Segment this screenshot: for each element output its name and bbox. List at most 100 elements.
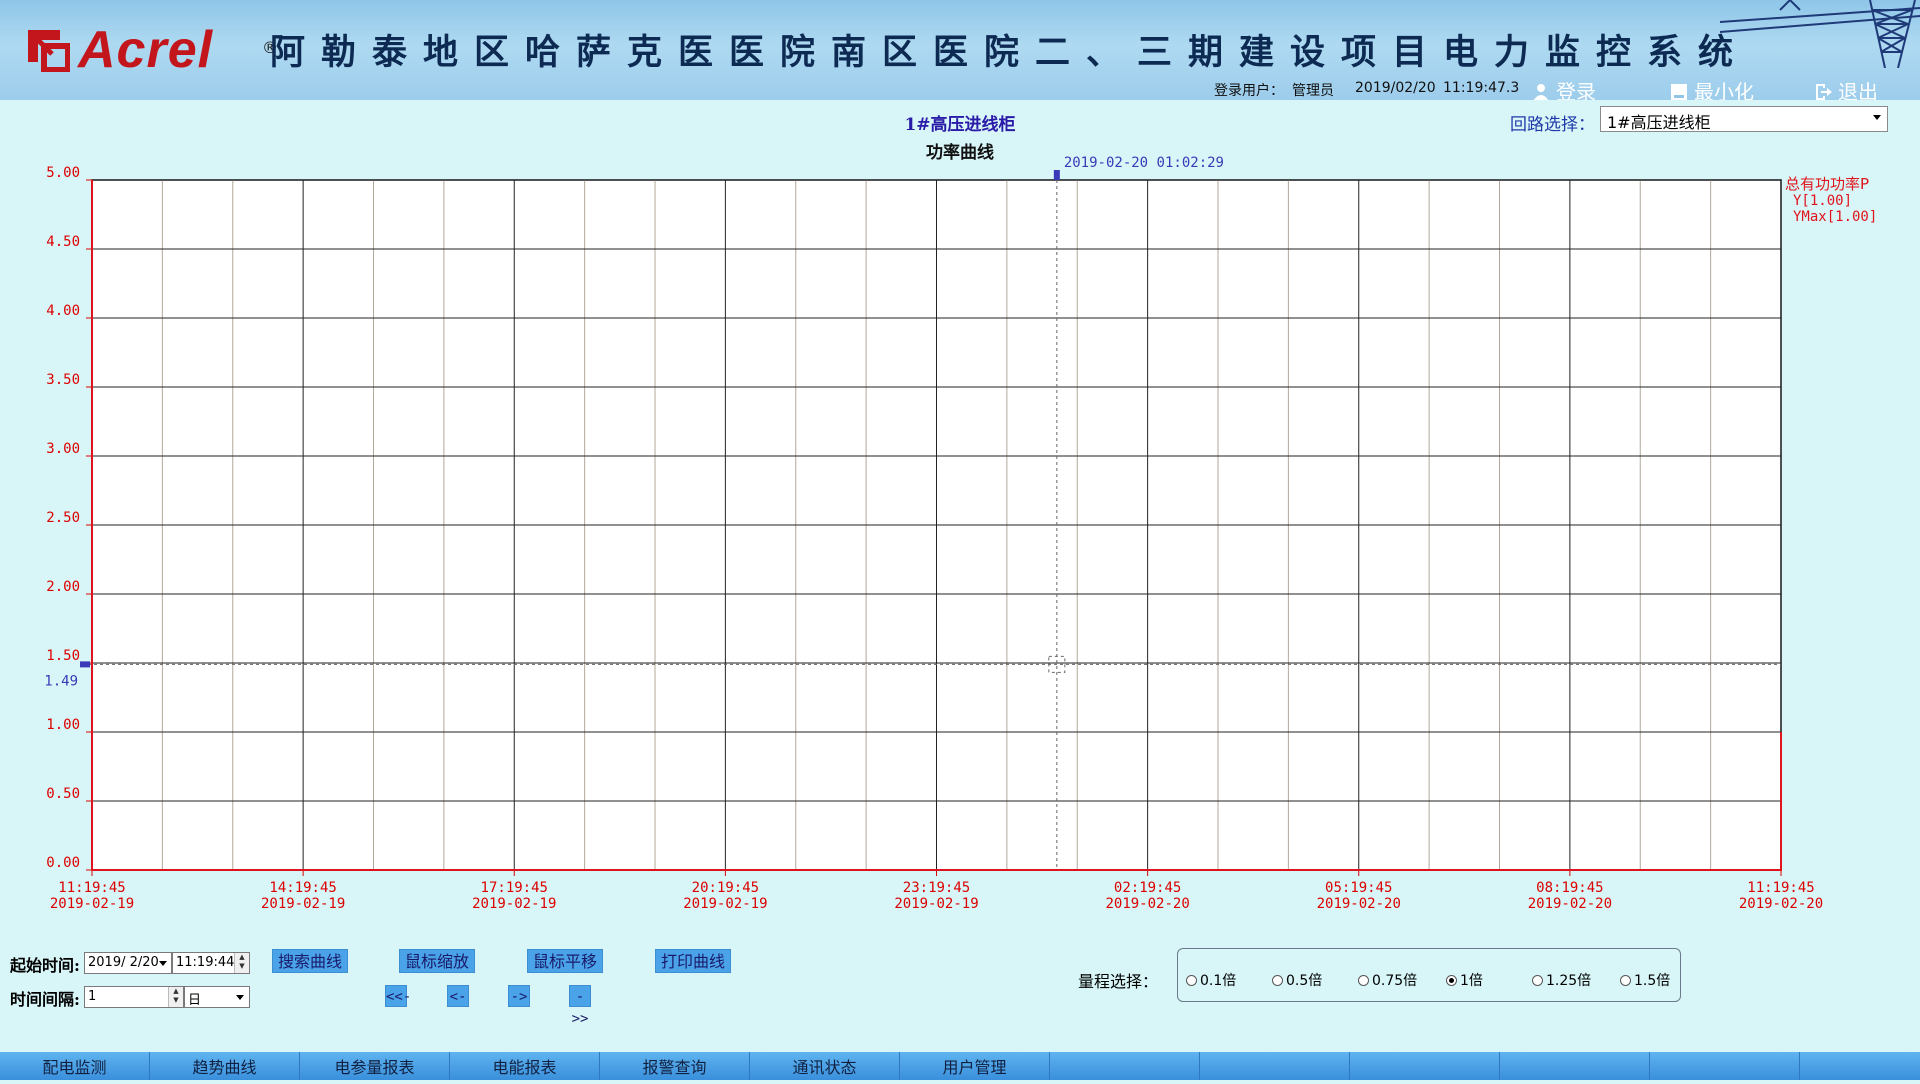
mouse-zoom-button[interactable]: 鼠标缩放 [399,949,476,973]
circuit-select[interactable]: 1#高压进线柜 [1600,106,1888,132]
last-page-button[interactable]: ->> [569,985,591,1027]
start-time-value: 11:19:44 [176,955,235,970]
x-tick-time: 02:19:45 [1114,880,1181,896]
range-select-label: 量程选择： [1078,972,1159,991]
next-page-button[interactable]: -> [508,985,530,1007]
x-tick-time: 23:19:45 [903,880,970,896]
x-tick-date: 2019-02-20 [1105,896,1189,912]
first-page-button[interactable]: <<- [385,985,411,1007]
nav-item[interactable]: 通讯状态 [750,1052,900,1080]
nav-item-empty [1800,1052,1920,1080]
nav-item[interactable]: 配电监测 [0,1052,150,1080]
cursor-value-label: 1.49 [44,673,78,689]
radio-icon[interactable] [1532,975,1543,986]
user-icon [1533,84,1549,100]
range-select-group [1177,948,1681,1002]
range-option-label: 0.5倍 [1286,973,1323,989]
current-date: 2019/02/20 [1355,80,1436,96]
minimize-label: 最小化 [1694,80,1754,100]
logo-mark-icon [28,30,70,72]
radio-icon[interactable] [1186,975,1197,986]
minimize-icon [1671,84,1687,100]
range-option[interactable]: 0.5倍 [1272,970,1322,990]
chevron-down-icon [236,995,244,1000]
x-tick-date: 2019-02-19 [683,896,767,912]
range-option[interactable]: 0.75倍 [1358,970,1417,990]
range-option[interactable]: 1.5倍 [1620,970,1670,990]
legend-y: Y[1.00] [1793,193,1852,209]
chevron-down-icon [1873,115,1881,120]
start-date-picker[interactable]: 2019/ 2/20 [84,952,172,974]
interval-value: 1 [88,989,97,1004]
y-tick-label: 3.00 [46,441,80,457]
y-tick-label: 1.00 [46,717,80,733]
x-tick-date: 2019-02-19 [894,896,978,912]
x-tick-time: 08:19:45 [1536,880,1603,896]
start-date-value: 2019/ 2/20 [88,955,159,970]
exit-icon [1816,84,1832,100]
circuit-select-label: 回路选择： [1510,115,1595,135]
y-tick-label: 2.50 [46,510,80,526]
radio-icon[interactable] [1446,975,1457,986]
interval-field[interactable]: 1 ▲ ▼ [84,986,184,1008]
legend-ymax: YMax[1.00] [1793,209,1877,225]
nav-item[interactable]: 报警查询 [600,1052,750,1080]
x-tick-time: 14:19:45 [269,880,336,896]
power-chart[interactable]: 5.00 4.50 4.00 3.50 3.00 2.50 2.00 1.50 1.00 0.50… [0,150,1920,920]
radio-icon[interactable] [1358,975,1369,986]
range-option-label: 1.25倍 [1546,973,1592,989]
interval-label: 时间间隔: [10,990,80,1009]
previous-page-button[interactable]: <- [447,985,469,1007]
power-tower-icon [1720,0,1920,68]
nav-item[interactable]: 趋势曲线 [150,1052,300,1080]
y-tick-label: 1.50 [46,648,80,664]
bottom-navigation: 配电监测 趋势曲线 电参量报表 电能报表 报警查询 通讯状态 用户管理 [0,1052,1920,1080]
spinner-icon[interactable]: ▲ ▼ [234,953,249,973]
login-button[interactable]: 登录 [1532,76,1596,100]
chart-circuit-title: 1#高压进线柜 [904,115,1016,135]
y-tick-label: 4.50 [46,234,80,250]
cursor-y-marker [80,661,90,668]
nav-item-empty [1500,1052,1650,1080]
y-tick-label: 3.50 [46,372,80,388]
range-option[interactable]: 0.1倍 [1186,970,1236,990]
radio-icon[interactable] [1272,975,1283,986]
acrel-logo: Acrel ® [26,20,278,79]
user-name: 管理员 [1292,83,1334,99]
logo-text: Acrel [78,21,214,79]
interval-unit-select[interactable]: 日 [184,986,250,1008]
y-tick-label: 0.00 [46,855,80,871]
interval-unit-value: 日 [188,993,202,1008]
mouse-pan-button[interactable]: 鼠标平移 [527,949,604,973]
nav-item[interactable]: 电能报表 [450,1052,600,1080]
y-tick-label: 5.00 [46,165,80,181]
spinner-icon[interactable]: ▲ ▼ [168,987,183,1007]
x-tick-time: 20:19:45 [692,880,759,896]
x-tick-time: 11:19:45 [1747,880,1814,896]
start-time-field[interactable]: 11:19:44 ▲ ▼ [172,952,250,974]
exit-label: 退出 [1838,80,1878,100]
nav-item-empty [1650,1052,1800,1080]
cursor-x-marker [1053,170,1060,180]
y-tick-label: 0.50 [46,786,80,802]
header-status-bar: 登录用户： 管理员 2019/02/20 11:19:47.3 登录 最小化 退… [1180,76,1920,100]
user-label: 登录用户： [1214,83,1284,99]
range-option-label: 1.5倍 [1634,973,1671,989]
x-tick-date: 2019-02-20 [1317,896,1401,912]
x-tick-date: 2019-02-19 [472,896,556,912]
radio-icon[interactable] [1620,975,1631,986]
minimize-button[interactable]: 最小化 [1670,76,1754,100]
nav-item[interactable]: 用户管理 [900,1052,1050,1080]
nav-item-empty [1200,1052,1350,1080]
range-option[interactable]: 1倍 [1446,970,1483,990]
range-option-label: 0.1倍 [1200,973,1237,989]
x-tick-date: 2019-02-20 [1528,896,1612,912]
x-tick-date: 2019-02-19 [50,896,134,912]
search-curve-button[interactable]: 搜索曲线 [272,949,349,973]
print-curve-button[interactable]: 打印曲线 [655,949,732,973]
nav-item[interactable]: 电参量报表 [300,1052,450,1080]
range-option[interactable]: 1.25倍 [1532,970,1591,990]
exit-button[interactable]: 退出 [1814,76,1878,100]
circuit-select-value: 1#高压进线柜 [1607,113,1711,132]
x-tick-time: 05:19:45 [1325,880,1392,896]
